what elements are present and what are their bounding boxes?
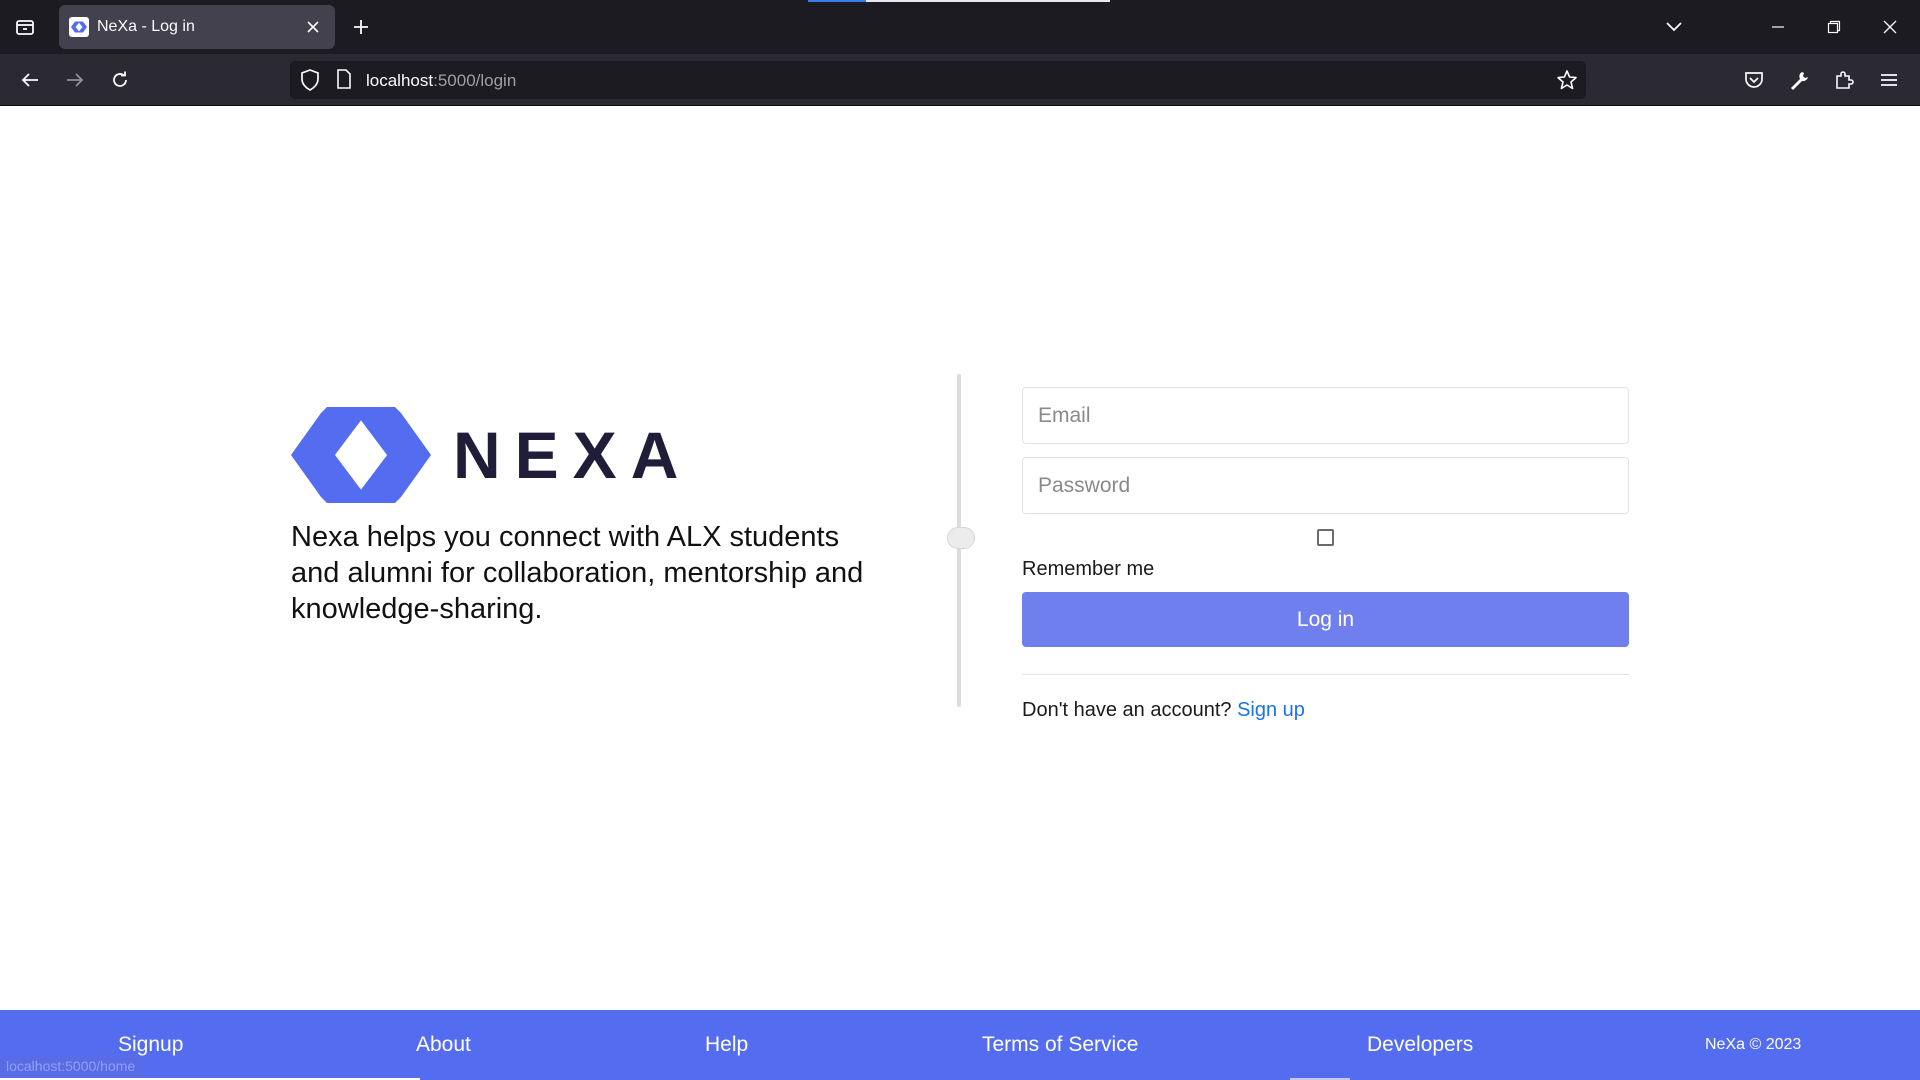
nexa-logo-mark: [291, 407, 431, 503]
site-footer: Signup About Help Terms of Service Devel…: [0, 1010, 1920, 1080]
list-all-tabs-button[interactable]: [1654, 11, 1694, 43]
tab-loading-indicator: [808, 0, 866, 2]
logo-wordmark: NEXA: [453, 418, 693, 492]
forward-arrow-icon: [67, 73, 84, 87]
extensions-button[interactable]: [1826, 62, 1862, 98]
nexa-logo: NEXA: [291, 407, 911, 503]
pocket-icon: [1745, 72, 1763, 88]
minimize-icon: [1772, 26, 1784, 28]
restore-icon: [1827, 20, 1841, 34]
app-menu-button[interactable]: [1871, 62, 1907, 98]
star-icon[interactable]: [1556, 69, 1578, 91]
minimize-button[interactable]: [1758, 11, 1798, 43]
page-icon[interactable]: [336, 69, 352, 89]
signup-prompt-text: Don't have an account?: [1022, 699, 1232, 721]
plus-icon: [354, 20, 368, 34]
tab-loading-track: [866, 0, 1110, 2]
hamburger-menu-icon: [1881, 74, 1897, 86]
close-window-button[interactable]: [1870, 11, 1910, 43]
login-form: Remember me Log in Don't have an account…: [1022, 387, 1629, 722]
remember-me-checkbox[interactable]: [1317, 529, 1334, 546]
puzzle-icon: [1836, 71, 1854, 89]
login-button[interactable]: Log in: [1022, 592, 1629, 647]
url-bar[interactable]: localhost:5000/login: [290, 61, 1586, 99]
close-icon: [1883, 20, 1897, 34]
footer-copyright: NeXa © 2023: [1705, 1036, 1802, 1053]
close-icon: [307, 21, 319, 33]
restore-button[interactable]: [1814, 11, 1854, 43]
password-field[interactable]: [1022, 457, 1629, 514]
back-arrow-icon: [21, 73, 38, 87]
signup-prompt-row: Don't have an account? Sign up: [1022, 699, 1629, 722]
email-field[interactable]: [1022, 387, 1629, 444]
footer-link-terms[interactable]: Terms of Service: [982, 1033, 1138, 1057]
reload-icon: [113, 71, 127, 87]
tab-list-icon: [16, 20, 34, 35]
url-path: :5000/login: [433, 71, 517, 90]
footer-link-developers[interactable]: Developers: [1367, 1033, 1473, 1057]
wrench-icon: [1791, 72, 1808, 90]
divider-handle: [947, 527, 975, 549]
browser-tab-bar: NeXa - Log in: [0, 0, 1920, 54]
shield-icon[interactable]: [300, 69, 320, 91]
new-tab-button[interactable]: [344, 11, 378, 43]
browser-nav-bar: localhost:5000/login: [0, 54, 1920, 106]
chevron-down-icon: [1666, 22, 1682, 32]
status-bar-url: localhost:5000/home: [0, 1055, 142, 1077]
form-separator: [1022, 674, 1629, 675]
tab-list-button[interactable]: [8, 11, 42, 43]
footer-link-about[interactable]: About: [416, 1033, 471, 1057]
remember-me-label: Remember me: [1022, 558, 1155, 580]
reload-button[interactable]: [102, 62, 138, 98]
footer-link-help[interactable]: Help: [705, 1033, 748, 1057]
nexa-favicon: [69, 17, 89, 37]
brand-tagline: Nexa helps you connect with ALX students…: [291, 521, 864, 625]
pocket-button[interactable]: [1736, 62, 1772, 98]
back-button[interactable]: [12, 62, 48, 98]
login-page: NEXA Nexa helps you connect with ALX stu…: [0, 107, 1920, 1080]
signup-link[interactable]: Sign up: [1237, 699, 1305, 721]
tools-button[interactable]: [1781, 62, 1817, 98]
browser-tab-active[interactable]: NeXa - Log in: [59, 5, 335, 49]
url-text[interactable]: localhost:5000/login: [366, 71, 516, 91]
tab-title: NeXa - Log in: [97, 18, 195, 35]
url-host: localhost: [366, 71, 434, 90]
forward-button[interactable]: [57, 62, 93, 98]
footer-link-signup[interactable]: Signup: [118, 1033, 183, 1057]
tab-close-button[interactable]: [301, 15, 325, 39]
brand-panel: NEXA Nexa helps you connect with ALX stu…: [291, 407, 911, 627]
